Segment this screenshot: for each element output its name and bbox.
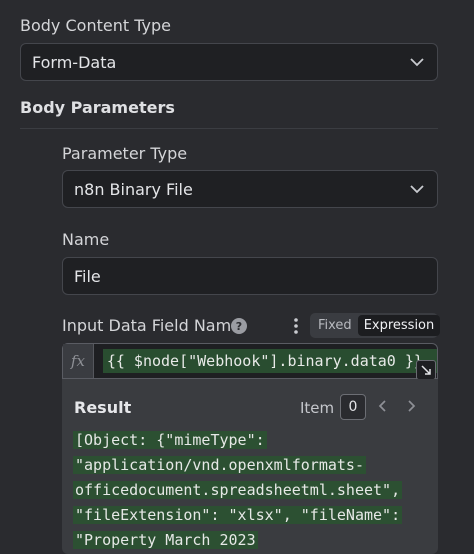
mode-expression[interactable]: Expression (357, 315, 441, 336)
input-data-field-label: Input Data Field Name (62, 316, 242, 335)
name-label: Name (62, 230, 110, 249)
result-output: [Object: {"mimeType": "application/vnd.o… (73, 428, 403, 553)
chevron-down-icon (410, 185, 424, 194)
expression-editor[interactable]: fx {{ $node["Webhook"].binary.data0 }} (62, 343, 438, 379)
parameter-type-label: Parameter Type (62, 144, 188, 163)
parameter-type-value: n8n Binary File (74, 179, 193, 199)
section-divider (20, 128, 438, 129)
chevron-right-icon[interactable] (404, 399, 418, 413)
body-content-type-label: Body Content Type (20, 16, 171, 35)
parameter-type-select[interactable]: n8n Binary File (62, 170, 438, 208)
result-title: Result (74, 398, 132, 417)
fx-icon: fx (63, 344, 94, 378)
mode-toggle[interactable]: Fixed Expression (310, 313, 441, 338)
more-options-icon[interactable] (292, 317, 300, 335)
result-line: "fileExtension": "xlsx", "fileName": (73, 506, 403, 524)
result-line: officedocument.spreadsheetml.sheet", (73, 481, 403, 499)
chevron-left-icon[interactable] (376, 399, 390, 413)
question-icon[interactable]: ? (231, 318, 247, 334)
result-line: [Object: {"mimeType": (73, 431, 267, 449)
expression-text[interactable]: {{ $node["Webhook"].binary.data0 }} (102, 349, 437, 373)
body-content-type-select[interactable]: Form-Data (20, 43, 438, 81)
item-index-input[interactable]: 0 (340, 394, 366, 420)
body-content-type-value: Form-Data (32, 52, 117, 72)
result-line: "Property March 2023 (73, 531, 258, 549)
result-line: "application/vnd.openxmlformats- (73, 456, 366, 474)
body-parameters-heading: Body Parameters (20, 98, 175, 117)
result-panel: Result Item 0 [Object: {"mimeType": "app… (62, 379, 438, 554)
mode-fixed[interactable]: Fixed (312, 315, 358, 336)
expand-icon[interactable] (416, 360, 436, 380)
chevron-down-icon (410, 58, 424, 67)
item-label: Item (300, 399, 335, 417)
name-input[interactable]: File (62, 257, 438, 295)
